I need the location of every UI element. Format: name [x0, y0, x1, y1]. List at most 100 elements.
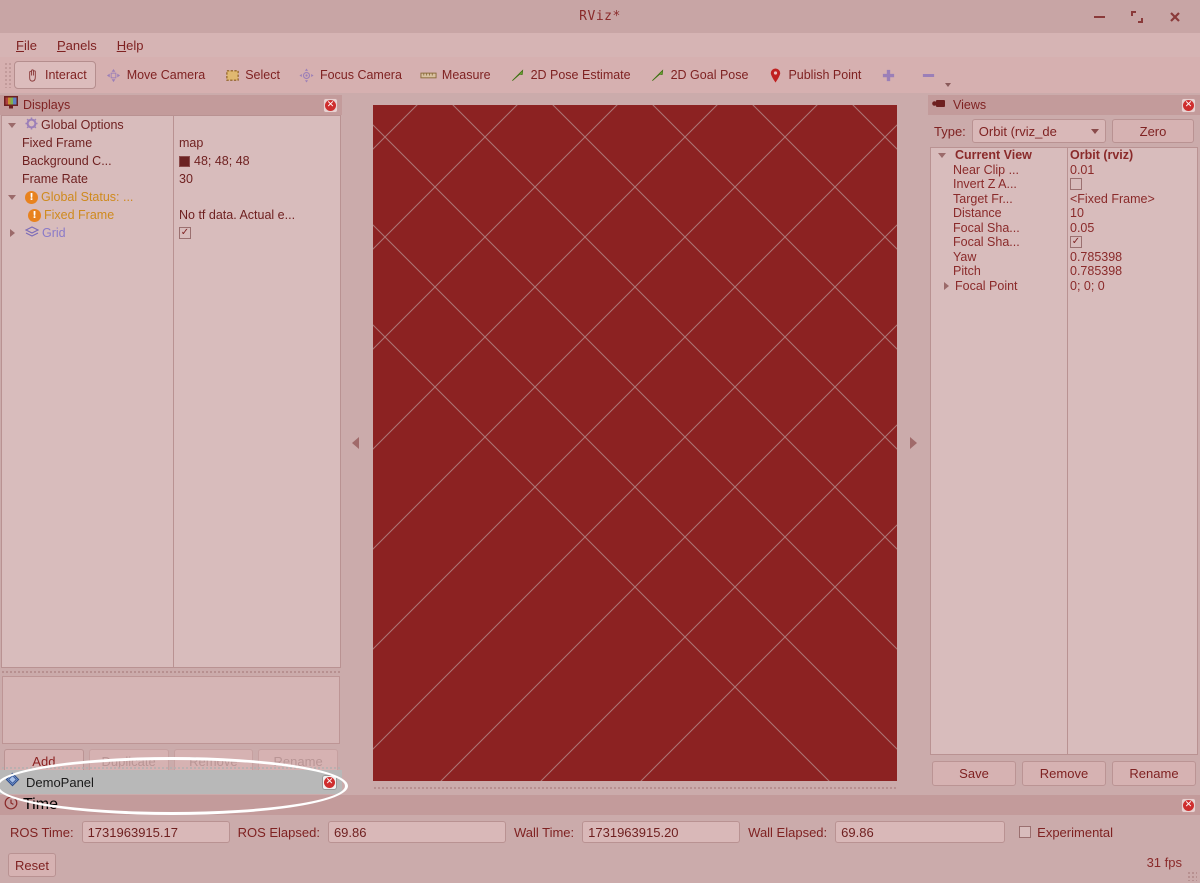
view-row-target-frame[interactable]: Target Fr... <Fixed Frame>: [931, 192, 1197, 207]
display-row-background-color[interactable]: Background C... 48; 48; 48: [2, 152, 340, 170]
display-value[interactable]: map: [179, 136, 203, 150]
chevron-down-icon: [1091, 129, 1099, 134]
view-prop-value[interactable]: 0.01: [1070, 163, 1094, 177]
wall-elapsed-field[interactable]: 69.86: [835, 821, 1005, 843]
demo-panel: DemoPanel ✕: [0, 765, 342, 793]
remove-view-button[interactable]: Remove: [1022, 761, 1106, 786]
display-row-global-options[interactable]: Global Options: [2, 116, 340, 134]
tool-publish-point[interactable]: Publish Point: [757, 61, 870, 89]
menu-file[interactable]: File: [8, 36, 45, 55]
view-row-near-clip[interactable]: Near Clip ... 0.01: [931, 163, 1197, 178]
tool-remove[interactable]: [910, 61, 950, 89]
toolbar-grip[interactable]: [4, 62, 12, 88]
displays-tree[interactable]: Global Options Fixed Frame map Backgroun…: [1, 115, 341, 668]
color-swatch[interactable]: [179, 156, 190, 167]
ros-elapsed-field[interactable]: 69.86: [328, 821, 506, 843]
view-row-distance[interactable]: Distance 10: [931, 206, 1197, 221]
menu-help-rest: elp: [126, 38, 143, 53]
views-panel-title: Views: [953, 98, 986, 112]
view-prop-value[interactable]: <Fixed Frame>: [1070, 192, 1155, 206]
display-enabled-checkbox[interactable]: ✓: [179, 227, 191, 239]
experimental-toggle[interactable]: Experimental: [1019, 825, 1113, 840]
tool-add[interactable]: [870, 61, 910, 89]
display-value[interactable]: 48; 48; 48: [194, 154, 250, 168]
tool-2d-goal-pose[interactable]: 2D Goal Pose: [640, 61, 758, 89]
menu-panels[interactable]: Panels: [49, 36, 105, 55]
minus-icon: [919, 67, 937, 83]
focal-shape-fixed-checkbox[interactable]: ✓: [1070, 236, 1082, 248]
fps-counter: 31 fps: [1147, 855, 1182, 870]
invert-z-checkbox[interactable]: [1070, 178, 1082, 190]
view-prop-label: Near Clip ...: [953, 163, 1019, 177]
minimize-icon[interactable]: [1090, 8, 1108, 26]
time-panel-title: Time: [23, 796, 58, 814]
demo-panel-header[interactable]: DemoPanel ✕: [0, 770, 342, 794]
ros-time-field[interactable]: 1731963915.17: [82, 821, 230, 843]
display-row-grid[interactable]: Grid ✓: [2, 224, 340, 242]
rename-view-button[interactable]: Rename: [1112, 761, 1196, 786]
view-type-label: Type:: [934, 124, 966, 139]
zero-button[interactable]: Zero: [1112, 119, 1194, 143]
chevron-down-icon[interactable]: [945, 83, 951, 87]
tool-select[interactable]: Select: [214, 61, 289, 89]
view-type-select[interactable]: Orbit (rviz_de: [972, 119, 1106, 143]
tool-move-camera[interactable]: Move Camera: [96, 61, 215, 89]
view-row-focal-shape-fixed-size[interactable]: Focal Sha... ✓: [931, 235, 1197, 250]
expander-right-icon[interactable]: [2, 229, 22, 237]
display-row-fixed-frame[interactable]: Fixed Frame map: [2, 134, 340, 152]
collapse-right-arrow-icon[interactable]: [908, 423, 918, 463]
tool-focus-camera[interactable]: Focus Camera: [289, 61, 411, 89]
experimental-checkbox[interactable]: [1019, 826, 1031, 838]
close-panel-icon: ✕: [325, 100, 336, 111]
displays-close-button[interactable]: ✕: [323, 98, 338, 113]
view-row-focal-shape-size[interactable]: Focal Sha... 0.05: [931, 221, 1197, 236]
expander-right-icon[interactable]: [931, 282, 953, 290]
maximize-icon[interactable]: [1128, 8, 1146, 26]
expander-down-icon[interactable]: [2, 123, 22, 128]
close-icon[interactable]: [1166, 8, 1184, 26]
view-prop-value[interactable]: 0.785398: [1070, 264, 1122, 278]
display-label: Grid: [42, 226, 66, 240]
view-prop-value[interactable]: 0.785398: [1070, 250, 1122, 264]
display-row-frame-rate[interactable]: Frame Rate 30: [2, 170, 340, 188]
views-column-splitter[interactable]: [1067, 148, 1068, 754]
display-value[interactable]: 30: [179, 172, 193, 186]
time-panel-header: Time ✕: [0, 795, 1200, 815]
time-close-button[interactable]: ✕: [1181, 798, 1196, 813]
viewport-bottom-splitter[interactable]: [373, 784, 897, 792]
menu-help[interactable]: Help: [109, 36, 152, 55]
tool-2d-pose-estimate[interactable]: 2D Pose Estimate: [500, 61, 640, 89]
tool-interact[interactable]: Interact: [14, 61, 96, 89]
remove-view-label: Remove: [1040, 766, 1088, 781]
wall-time-value: 1731963915.20: [588, 825, 678, 840]
expander-down-icon[interactable]: [931, 153, 953, 158]
reset-button[interactable]: Reset: [8, 853, 56, 877]
displays-splitter[interactable]: [0, 668, 342, 676]
view-row-focal-point[interactable]: Focal Point 0; 0; 0: [931, 279, 1197, 294]
render-viewport-3d[interactable]: [373, 105, 897, 781]
display-row-global-status[interactable]: ! Global Status: ...: [2, 188, 340, 206]
tool-measure[interactable]: Measure: [411, 61, 500, 89]
view-prop-label: Current View: [955, 148, 1032, 162]
display-row-status-fixed-frame[interactable]: ! Fixed Frame No tf data. Actual e...: [2, 206, 340, 224]
views-tree[interactable]: Current View Orbit (rviz) Near Clip ... …: [930, 147, 1198, 755]
demo-panel-close-button[interactable]: ✕: [322, 775, 337, 790]
save-view-button[interactable]: Save: [932, 761, 1016, 786]
view-row-yaw[interactable]: Yaw 0.785398: [931, 250, 1197, 265]
wall-time-field[interactable]: 1731963915.20: [582, 821, 740, 843]
views-close-button[interactable]: ✕: [1181, 98, 1196, 113]
tool-select-label: Select: [245, 68, 280, 82]
view-prop-value[interactable]: 0.05: [1070, 221, 1094, 235]
resize-grip[interactable]: [1187, 871, 1197, 881]
view-row-current-view[interactable]: Current View Orbit (rviz): [931, 148, 1197, 163]
grid-layers-icon: [25, 226, 39, 241]
view-prop-value[interactable]: 10: [1070, 206, 1084, 220]
main-toolbar: Interact Move Camera Select Focus Camera: [0, 57, 1200, 93]
view-row-invert-z-axis[interactable]: Invert Z A...: [931, 177, 1197, 192]
plus-icon: [879, 67, 897, 83]
view-row-pitch[interactable]: Pitch 0.785398: [931, 264, 1197, 279]
tool-2d-goal-pose-label: 2D Goal Pose: [671, 68, 749, 82]
collapse-left-arrow-icon[interactable]: [350, 423, 360, 463]
view-prop-value[interactable]: 0; 0; 0: [1070, 279, 1105, 293]
expander-down-icon[interactable]: [2, 195, 22, 200]
